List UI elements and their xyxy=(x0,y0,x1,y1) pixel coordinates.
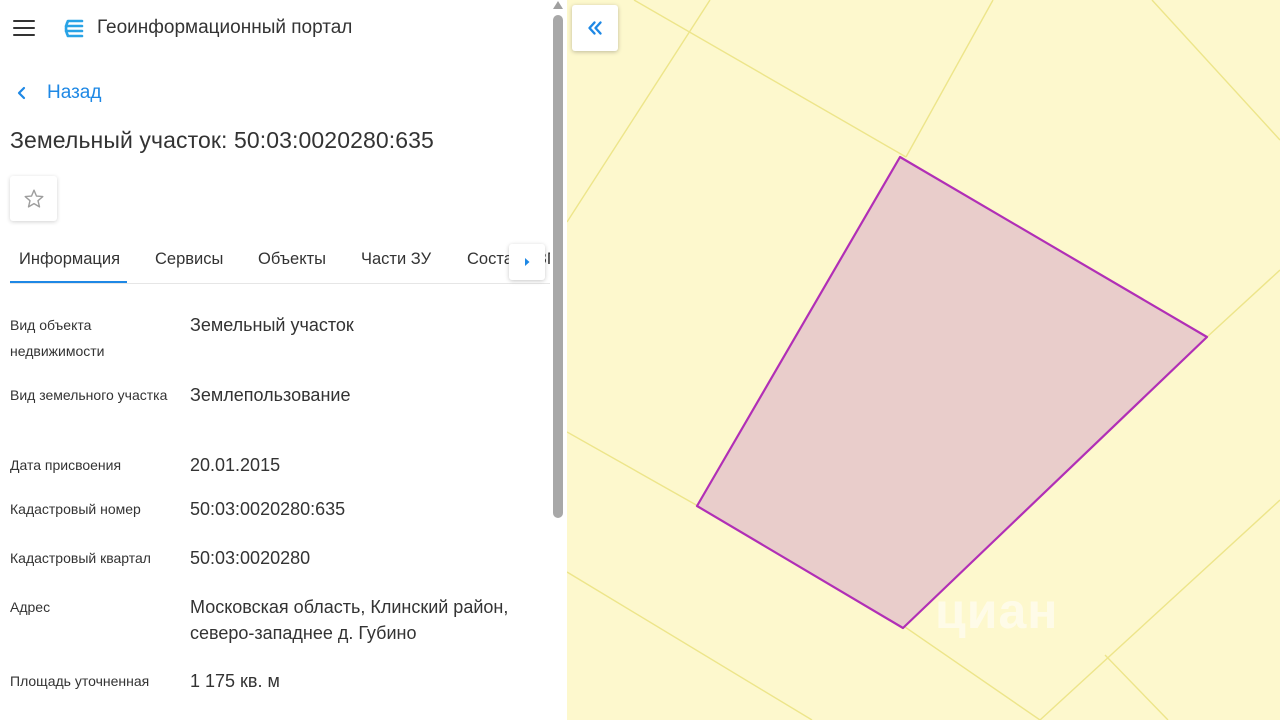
top-bar: Геоинформационный портал xyxy=(0,0,550,56)
back-link[interactable]: Назад xyxy=(16,81,101,105)
favorite-button[interactable] xyxy=(10,176,57,221)
tab-information[interactable]: Информация xyxy=(19,250,120,269)
info-value: 50:03:0020280 xyxy=(190,548,311,568)
map-view[interactable]: циан xyxy=(567,0,1280,720)
info-label: Вид земельного участка xyxy=(10,387,168,403)
info-label: Адрес xyxy=(10,599,51,615)
boundary-line xyxy=(904,626,1041,720)
tab-objects[interactable]: Объекты xyxy=(258,250,326,269)
boundary-line xyxy=(1039,499,1280,720)
info-panel: Геоинформационный портал Назад Земельный… xyxy=(0,0,567,720)
double-chevron-left-icon xyxy=(588,21,602,35)
info-label: Вид объекта недвижимости xyxy=(10,317,105,359)
back-label: Назад xyxy=(47,82,102,103)
star-outline-icon xyxy=(24,189,43,208)
active-tab-indicator xyxy=(10,281,127,283)
info-label: Площадь уточненная xyxy=(10,673,150,689)
boundary-line xyxy=(633,0,907,158)
tabs-scroll-right-button[interactable] xyxy=(509,244,545,280)
cadastral-map[interactable] xyxy=(567,0,1280,720)
caret-right-icon xyxy=(525,258,530,266)
boundary-line xyxy=(1206,269,1280,338)
tab-services[interactable]: Сервисы xyxy=(155,250,223,269)
page-title: Земельный участок: 50:03:0020280:635 xyxy=(10,127,434,153)
boundary-line xyxy=(567,571,813,720)
boundary-line xyxy=(905,0,994,158)
chevron-left-icon xyxy=(17,86,26,100)
boundary-line xyxy=(1151,0,1280,141)
boundary-line xyxy=(567,431,699,507)
selected-parcel-polygon[interactable] xyxy=(695,155,1209,630)
app-title: Геоинформационный портал xyxy=(97,17,353,38)
info-value: Московская область, Клинский район, севе… xyxy=(190,597,509,643)
info-label: Кадастровый номер xyxy=(10,501,141,517)
hamburger-menu-icon[interactable] xyxy=(13,20,35,37)
info-label: Кадастровый квартал xyxy=(10,550,151,566)
collapse-panel-button[interactable] xyxy=(572,5,618,51)
info-value: 50:03:0020280:635 xyxy=(190,499,346,519)
info-value: 1 175 кв. м xyxy=(190,671,280,691)
panel-scrollbar[interactable] xyxy=(550,0,567,720)
boundary-line xyxy=(1104,654,1169,720)
tab-bar: Информация Сервисы Объекты Части ЗУ Сост… xyxy=(10,236,550,284)
scroll-up-arrow-icon[interactable] xyxy=(553,1,563,9)
tab-parcel-parts[interactable]: Части ЗУ xyxy=(361,250,431,269)
portal-logo-icon xyxy=(64,19,84,38)
info-value: 20.01.2015 xyxy=(190,455,281,475)
info-value: Землепользование xyxy=(190,385,351,405)
info-label: Дата присвоения xyxy=(10,457,122,473)
info-value: Земельный участок xyxy=(190,315,354,335)
scrollbar-thumb[interactable] xyxy=(553,15,563,518)
